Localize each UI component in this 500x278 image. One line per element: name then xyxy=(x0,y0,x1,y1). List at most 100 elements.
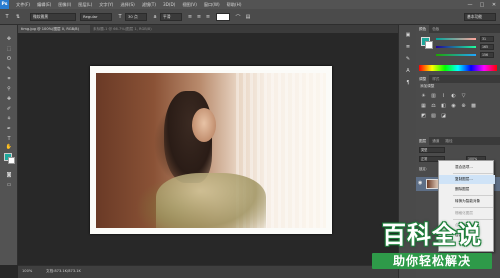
menu-item-rasterize-layer[interactable]: 栅格化图层 xyxy=(439,209,495,218)
brightness-icon[interactable]: ☀ xyxy=(420,92,427,99)
watermark-subtitle: 助你轻松解决 xyxy=(372,253,492,269)
type-tool-icon[interactable]: T xyxy=(3,13,11,21)
exposure-icon[interactable]: ◐ xyxy=(450,92,457,99)
menu-window[interactable]: 窗口(W) xyxy=(204,2,220,8)
move-tool-icon[interactable]: ✥ xyxy=(5,35,13,43)
clone-stamp-tool-icon[interactable]: ⚘ xyxy=(5,115,13,123)
canvas-area[interactable] xyxy=(18,33,398,265)
minimize-button[interactable]: — xyxy=(464,0,476,9)
menu-item-blending-options[interactable]: 混合选项... xyxy=(439,163,495,172)
character-panel-icon[interactable]: A xyxy=(404,67,412,75)
tab-untitled[interactable]: 未标题-1 @ 66.7%(图层 1, RGB/8) xyxy=(90,25,160,33)
zoom-level[interactable]: 100% xyxy=(22,269,32,273)
font-family-select[interactable]: 微软雅黑 xyxy=(30,13,76,21)
menu-select[interactable]: 选择(S) xyxy=(120,2,134,8)
visibility-eye-icon[interactable]: ◉ xyxy=(418,180,422,186)
threshold-icon[interactable]: ◪ xyxy=(440,112,447,119)
tab-timg[interactable]: timg.jpg @ 100%(图层 0, RGB/8) xyxy=(18,25,90,33)
vibrance-icon[interactable]: ▽ xyxy=(460,92,467,99)
menu-item-duplicate-layer[interactable]: 复制图层... xyxy=(439,175,495,184)
face-shape xyxy=(192,108,216,142)
align-left-icon[interactable]: ≡ xyxy=(186,13,194,21)
font-style-select[interactable]: Regular xyxy=(80,13,112,21)
menu-3d[interactable]: 3D(D) xyxy=(163,2,175,7)
healing-brush-tool-icon[interactable]: ✚ xyxy=(5,95,13,103)
pen-tool-icon[interactable]: ✒ xyxy=(5,125,13,133)
brush-panel-icon[interactable]: ✎ xyxy=(404,55,412,63)
menu-item-convert-smart-object[interactable]: 转换为智能对象 xyxy=(439,197,495,206)
color-lookup-icon[interactable]: ▩ xyxy=(470,102,477,109)
photo-filter-icon[interactable]: ◉ xyxy=(450,102,457,109)
quick-mask-icon[interactable]: ◙ xyxy=(5,171,13,179)
type-tool-icon[interactable]: T xyxy=(5,135,13,143)
close-button[interactable]: ✕ xyxy=(488,0,500,9)
tab-paths[interactable]: 路径 xyxy=(442,137,455,145)
slider-green-value[interactable]: 165 xyxy=(480,44,494,50)
brush-tool-icon[interactable]: ✐ xyxy=(5,105,13,113)
text-color-swatch[interactable] xyxy=(216,13,230,21)
tab-adjustments[interactable]: 调整 xyxy=(416,75,430,83)
menu-edit[interactable]: 编辑(E) xyxy=(37,2,51,8)
color-spectrum[interactable] xyxy=(419,65,497,71)
menu-separator xyxy=(453,207,493,208)
eyedropper-tool-icon[interactable]: ⚲ xyxy=(5,85,13,93)
levels-icon[interactable]: ▥ xyxy=(430,92,437,99)
menu-filter[interactable]: 滤镜(T) xyxy=(142,2,156,8)
tab-styles[interactable]: 样式 xyxy=(429,75,442,83)
invert-icon[interactable]: ◩ xyxy=(420,112,427,119)
tab-color[interactable]: 颜色 xyxy=(416,25,430,33)
menu-type[interactable]: 文字(Y) xyxy=(99,2,113,8)
slider-green[interactable]: 165 xyxy=(436,44,496,50)
dress-shape xyxy=(156,173,266,228)
slider-blue-value[interactable]: 156 xyxy=(480,52,494,58)
background-color-swatch[interactable] xyxy=(8,157,15,164)
hand-tool-icon[interactable]: ✋ xyxy=(5,143,13,151)
slider-blue[interactable]: 156 xyxy=(436,52,496,58)
antialias-select[interactable]: 平滑 xyxy=(160,13,182,21)
color-panel-background[interactable] xyxy=(425,41,433,49)
lasso-tool-icon[interactable]: ʘ xyxy=(5,55,13,63)
tab-layers[interactable]: 图层 xyxy=(416,137,430,145)
menu-image[interactable]: 图像(I) xyxy=(58,2,71,8)
align-right-icon[interactable]: ≡ xyxy=(204,13,212,21)
quick-select-tool-icon[interactable]: ✎ xyxy=(5,65,13,73)
warp-text-icon[interactable]: ⌒ xyxy=(234,13,242,21)
channel-mixer-icon[interactable]: ⊕ xyxy=(460,102,467,109)
curves-icon[interactable]: ⌇ xyxy=(440,92,447,99)
posterize-icon[interactable]: ▧ xyxy=(430,112,437,119)
layer-kind-filter[interactable]: 类型 xyxy=(419,147,445,153)
marquee-tool-icon[interactable]: ⬚ xyxy=(5,45,13,53)
window-controls: — □ ✕ xyxy=(464,0,500,9)
menu-bar: Ps 文件(F) 编辑(E) 图像(I) 图层(L) 文字(Y) 选择(S) 滤… xyxy=(0,0,500,9)
paragraph-panel-icon[interactable]: ¶ xyxy=(404,79,412,87)
character-panel-icon[interactable]: ▤ xyxy=(244,13,252,21)
menu-view[interactable]: 视图(V) xyxy=(182,2,197,8)
menu-file[interactable]: 文件(F) xyxy=(16,2,30,8)
menu-item-delete-layer[interactable]: 删除图层 xyxy=(439,185,495,194)
slider-red[interactable]: 31 xyxy=(436,36,496,42)
orientation-toggle-icon[interactable]: ⇅ xyxy=(14,13,22,21)
options-bar: T ⇅ 微软雅黑 Regular T 30 点 a 平滑 ≡ ≡ ≡ ⌒ ▤ 基… xyxy=(0,9,500,25)
screen-mode-icon[interactable]: ▭ xyxy=(5,181,13,189)
photoshop-logo: Ps xyxy=(0,0,9,9)
menu-help[interactable]: 帮助(H) xyxy=(227,2,242,8)
tab-channels[interactable]: 通道 xyxy=(429,137,442,145)
color-balance-icon[interactable]: ⚖ xyxy=(430,102,437,109)
watermark: 百科全说 助你轻松解决 xyxy=(368,219,496,271)
black-white-icon[interactable]: ◧ xyxy=(440,102,447,109)
font-size-field[interactable]: 30 点 xyxy=(125,13,147,21)
tab-swatches[interactable]: 色板 xyxy=(429,25,442,33)
document-canvas[interactable] xyxy=(90,66,332,234)
slider-red-value[interactable]: 31 xyxy=(480,36,494,42)
watermark-title: 百科全说 xyxy=(382,221,482,249)
document-info[interactable]: 文档:873.1K/873.1K xyxy=(46,269,81,274)
crop-tool-icon[interactable]: ⌗ xyxy=(5,75,13,83)
font-size-icon: T xyxy=(118,14,122,20)
hue-saturation-icon[interactable]: ▦ xyxy=(420,102,427,109)
maximize-button[interactable]: □ xyxy=(476,0,488,9)
align-center-icon[interactable]: ≡ xyxy=(195,13,203,21)
properties-panel-icon[interactable]: ≣ xyxy=(404,43,412,51)
menu-layer[interactable]: 图层(L) xyxy=(78,2,92,8)
workspace-select[interactable]: 基本功能 xyxy=(464,13,496,21)
history-panel-icon[interactable]: ▣ xyxy=(404,31,412,39)
